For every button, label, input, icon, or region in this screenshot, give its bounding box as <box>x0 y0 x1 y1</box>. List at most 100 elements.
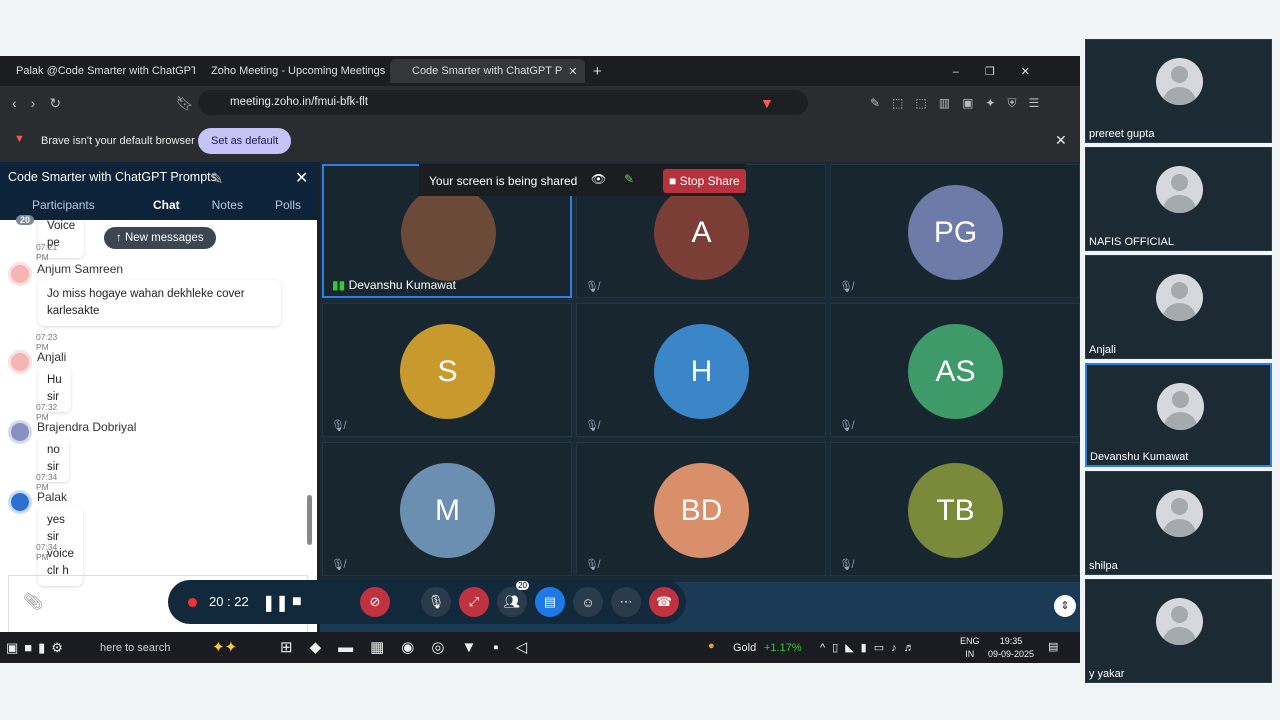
stop-share-button[interactable]: ■ Stop Share <box>663 169 746 193</box>
reactions-button[interactable]: ☺ <box>573 587 603 617</box>
tab[interactable]: Palak @Code Smarter with ChatGPT <box>0 59 195 83</box>
avatar-placeholder-icon <box>1157 383 1204 430</box>
participant-avatar: M <box>400 463 495 558</box>
participant-name: NAFIS OFFICIAL <box>1089 236 1174 248</box>
video-tile[interactable]: BD 🎙︎̸ <box>576 442 826 576</box>
participant-thumbnail[interactable]: prereet gupta <box>1085 39 1272 143</box>
message-time: 07:21 PM <box>36 242 58 262</box>
recording-dot-icon <box>188 598 197 607</box>
brave-icon: ▼ <box>14 133 25 145</box>
bookmark-icon[interactable]: 🔖︎ <box>176 95 194 112</box>
set-default-button[interactable]: Set as default <box>198 128 292 154</box>
share-banner: Your screen is being shared 👁︎ ✎ ■ Stop … <box>419 164 746 196</box>
gold-change: +1.17% <box>764 642 802 654</box>
video-grid: ▮▮ Devanshu Kumawat A 🎙︎̸ PG 🎙︎̸ S 🎙︎̸ H 🎙︎̸ AS 🎙︎… <box>320 162 1080 582</box>
muted-mic-icon: 🎙︎̸ <box>585 559 599 571</box>
avatar <box>8 262 32 286</box>
url-field[interactable]: meeting.zoho.in/fmui-bfk-flt <box>198 90 808 115</box>
avatar-placeholder-icon <box>1156 166 1203 213</box>
participant-avatar: AS <box>908 324 1003 419</box>
tab-label: Zoho Meeting - Upcoming Meetings <box>211 65 386 77</box>
muted-mic-icon: 🎙︎̸ <box>839 281 853 293</box>
toolbar-icons[interactable]: ✎⬚⬚▥▣✦⛨☰ <box>870 96 1051 111</box>
tab-label: Code Smarter with ChatGPT P <box>412 65 563 77</box>
participant-name: Anjali <box>1089 344 1116 356</box>
participant-avatar <box>401 186 496 281</box>
video-toggle-button[interactable]: ⊘ <box>360 587 390 617</box>
video-tile[interactable]: AS 🎙︎̸ <box>830 303 1080 437</box>
copilot-sparkle-icon: ✦✦ <box>212 639 238 656</box>
attach-icon[interactable]: 📎︎ <box>23 592 43 612</box>
message-time: 07:32 PM <box>36 402 58 422</box>
clock[interactable]: 19:35 09-09-2025 <box>986 635 1036 661</box>
muted-mic-icon: 🎙︎̸ <box>839 559 853 571</box>
nav-icons[interactable]: ‹›↻ <box>12 95 75 112</box>
new-tab-icon[interactable]: + <box>593 63 602 80</box>
close-sidebar-icon[interactable]: ✕ <box>295 168 308 188</box>
participant-name: ▮▮ Devanshu Kumawat <box>332 278 456 292</box>
snip-tools-icons[interactable]: ▣■▮⚙ <box>6 640 69 656</box>
pause-icon[interactable]: ❚❚ <box>262 593 289 613</box>
mic-button[interactable]: 🎙︎ <box>421 587 451 617</box>
window-controls[interactable]: –❐✕ <box>953 65 1056 78</box>
tab-bar: Palak @Code Smarter with ChatGPT Zoho Me… <box>0 56 1080 86</box>
participant-name: y yakar <box>1089 668 1125 680</box>
video-tile[interactable]: M 🎙︎̸ <box>322 442 572 576</box>
search-box[interactable]: here to search <box>100 642 170 654</box>
gold-icon: ● <box>708 640 715 652</box>
participant-name: shilpa <box>1089 560 1118 572</box>
avatar-placeholder-icon <box>1156 58 1203 105</box>
participant-avatar: H <box>654 324 749 419</box>
close-tab-icon[interactable]: ✕ <box>568 65 577 78</box>
tab[interactable]: Zoho Meeting - Upcoming Meetings <box>195 59 390 83</box>
participant-avatar: PG <box>908 185 1003 280</box>
video-tile[interactable]: H 🎙︎̸ <box>576 303 826 437</box>
share-screen-button[interactable]: ⤢ <box>459 587 489 617</box>
participants-button[interactable]: 👥︎ 20 <box>497 581 529 617</box>
annotate-icon[interactable]: ✎ <box>624 172 634 186</box>
browser-window: Palak @Code Smarter with ChatGPT Zoho Me… <box>0 56 1080 663</box>
tray-icons[interactable]: ^▯◣▮▭♪♬ <box>820 641 922 654</box>
muted-mic-icon: 🎙︎̸ <box>839 420 853 432</box>
tab-label: Palak @Code Smarter with ChatGPT <box>16 65 195 77</box>
address-bar: ‹›↻ 🔖︎ meeting.zoho.in/fmui-bfk-flt ▼ ✎⬚… <box>0 86 1080 120</box>
tab-active[interactable]: Code Smarter with ChatGPT P ✕ <box>390 59 585 83</box>
more-button[interactable]: ⋯ <box>611 587 641 617</box>
muted-mic-icon: 🎙︎̸ <box>331 559 345 571</box>
participant-thumbnail[interactable]: shilpa <box>1085 471 1272 575</box>
participant-thumbnail[interactable]: Anjali <box>1085 255 1272 359</box>
video-tile[interactable]: PG 🎙︎̸ <box>830 164 1080 298</box>
expand-icon[interactable]: ⇕ <box>1054 595 1076 617</box>
video-tile[interactable]: S 🎙︎̸ <box>322 303 572 437</box>
sender-name: Brajendra Dobriyal <box>37 420 137 434</box>
avatar <box>8 350 32 374</box>
sender-name: Anjali <box>37 350 67 364</box>
muted-mic-icon: 🎙︎̸ <box>585 420 599 432</box>
close-infobar-icon[interactable]: ✕ <box>1055 132 1067 149</box>
participant-thumbnail[interactable]: y yakar <box>1085 579 1272 683</box>
stop-icon[interactable]: ■ <box>292 593 302 611</box>
language[interactable]: ENG IN <box>960 635 980 661</box>
participant-avatar: BD <box>654 463 749 558</box>
muted-mic-icon: 🎙︎̸ <box>331 420 345 432</box>
hide-icon[interactable]: 👁︎ <box>591 172 606 186</box>
participant-thumbnail[interactable]: NAFIS OFFICIAL <box>1085 147 1272 251</box>
share-text: Your screen is being shared <box>429 174 578 188</box>
participant-thumbnail[interactable]: Devanshu Kumawat <box>1085 363 1272 467</box>
participants-badge: 20 <box>516 581 529 590</box>
sender-name: Palak <box>37 490 68 504</box>
video-tile[interactable]: TB 🎙︎̸ <box>830 442 1080 576</box>
participant-avatar: S <box>400 324 495 419</box>
muted-mic-icon: 🎙︎̸ <box>585 281 599 293</box>
edit-icon[interactable]: ✎ <box>210 169 223 189</box>
meeting-title: Code Smarter with ChatGPT Prompts <box>8 170 217 184</box>
leave-button[interactable]: ☎ <box>649 587 679 617</box>
pinned-apps[interactable]: ⊞◆▬▦◉◎▼▪◁ <box>280 638 544 656</box>
url-text: meeting.zoho.in/fmui-bfk-flt <box>230 96 369 108</box>
scrollbar[interactable] <box>307 495 312 545</box>
new-messages-button[interactable]: ↑ New messages <box>104 227 216 249</box>
sender-name: Anjum Samreen <box>37 262 124 276</box>
chat-button[interactable]: ▤ <box>535 587 565 617</box>
brave-shield-icon[interactable]: ▼ <box>760 95 774 111</box>
notifications-icon[interactable]: ▤ <box>1048 640 1058 653</box>
